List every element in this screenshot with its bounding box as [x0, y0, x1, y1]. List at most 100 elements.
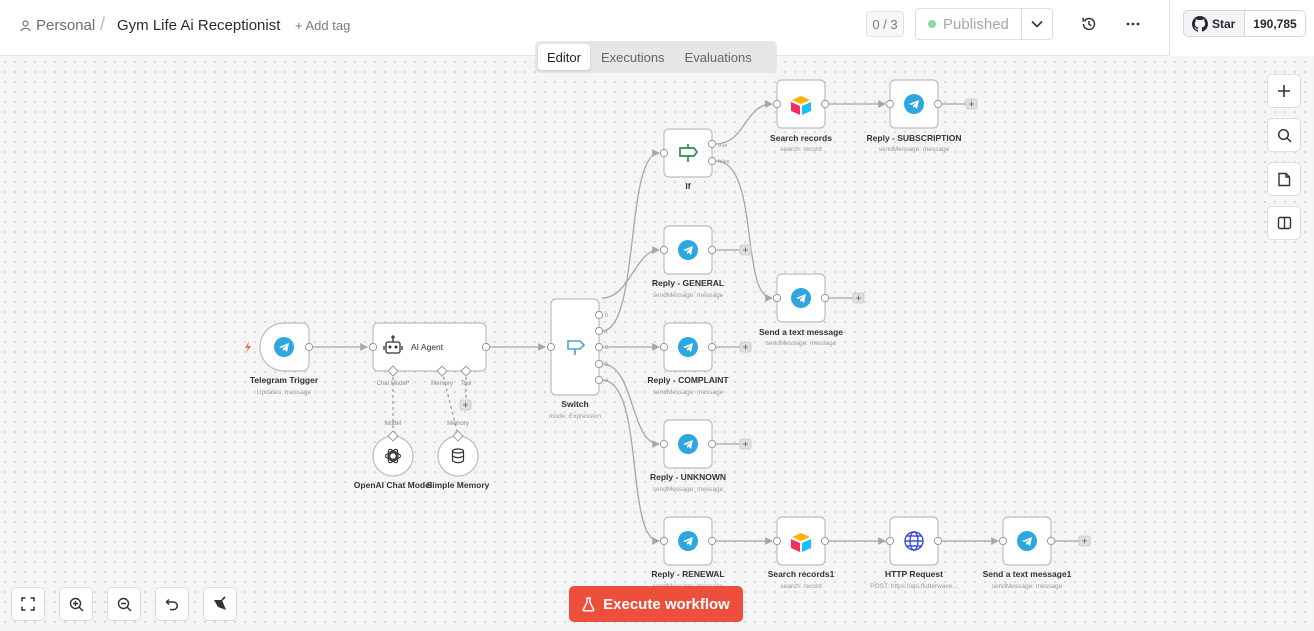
add-node-button[interactable] — [739, 341, 752, 353]
node-switch[interactable] — [546, 298, 604, 396]
add-node-button[interactable] — [965, 98, 978, 110]
view-tabs: Editor Executions Evaluations — [535, 41, 777, 73]
search-records1-name: Search records1 — [768, 569, 835, 579]
switch-out-3: 3 — [605, 362, 608, 368]
agent-port-tool: Tool — [460, 381, 471, 387]
if-name: If — [685, 181, 690, 191]
node-telegram-trigger[interactable] — [259, 322, 314, 372]
openai-port-label: Model — [385, 421, 401, 427]
conn-switch-renewal — [601, 379, 660, 545]
add-node-button[interactable] — [739, 244, 752, 256]
undo-icon — [165, 598, 179, 610]
switch-out-0: 0 — [605, 313, 608, 319]
memory-name: Simple Memory — [427, 480, 490, 490]
canvas-right-toolbar — [1267, 74, 1301, 250]
node-if[interactable] — [659, 128, 717, 178]
add-node-button[interactable] — [739, 438, 752, 450]
undo-button[interactable] — [155, 587, 189, 621]
switch-out-4: 4 — [605, 378, 608, 384]
reply-subscription-name: Reply - SUBSCRIPTION — [867, 133, 962, 143]
memory-port-label: Memory — [447, 421, 469, 427]
telegram-icon — [678, 531, 698, 551]
fit-view-button[interactable] — [11, 587, 45, 621]
reply-complaint-name: Reply - COMPLAINT — [647, 375, 729, 385]
execute-workflow-button[interactable]: Execute workflow — [569, 586, 743, 622]
agent-port-memory: Memory — [431, 381, 453, 387]
panel-icon — [1277, 216, 1291, 230]
add-tool-button[interactable] — [459, 399, 472, 411]
node-reply-general[interactable] — [659, 225, 717, 275]
broom-icon — [214, 596, 226, 610]
node-reply-complaint[interactable] — [659, 322, 717, 372]
tidy-up-button[interactable] — [203, 587, 237, 621]
openai-name: OpenAI Chat Model — [354, 480, 432, 490]
switch-name: Switch — [561, 399, 588, 409]
plus-icon — [1278, 85, 1290, 97]
reply-general-name: Reply - GENERAL — [652, 278, 724, 288]
telegram-icon — [1017, 531, 1037, 551]
if-out-true: true — [718, 143, 727, 149]
node-reply-unknown[interactable] — [659, 419, 717, 469]
send-text-sub: sendMessage: message — [766, 340, 837, 347]
tab-executions[interactable]: Executions — [592, 44, 674, 70]
search-records-name: Search records — [770, 133, 832, 143]
reply-unknown-sub: sendMessage: message — [653, 486, 724, 493]
node-send-text-message1[interactable] — [998, 516, 1056, 566]
zoom-out-icon — [117, 597, 131, 611]
workflow-graph: Telegram Trigger Updates: message AI Age… — [245, 79, 1091, 590]
reply-unknown-name: Reply - UNKNOWN — [650, 472, 726, 482]
add-node-button[interactable] — [852, 292, 865, 304]
telegram-icon — [904, 94, 924, 114]
tab-evaluations[interactable]: Evaluations — [676, 44, 761, 70]
node-openai-chat-model[interactable] — [372, 430, 414, 477]
sticky-note-icon — [1278, 172, 1291, 186]
trigger-bolt-icon — [245, 341, 251, 353]
reply-general-sub: sendMessage: message — [653, 292, 724, 299]
node-reply-renewal[interactable] — [659, 516, 717, 566]
telegram-icon — [274, 337, 294, 357]
if-out-false: false — [718, 159, 730, 165]
search-icon — [1277, 128, 1292, 143]
http-request-name: HTTP Request — [885, 569, 943, 579]
conn-if-sendtext — [715, 160, 773, 302]
execute-workflow-label: Execute workflow — [603, 595, 730, 613]
http-request-sub: POST: https://api.flutterwave... — [870, 583, 958, 590]
tab-editor[interactable]: Editor — [538, 44, 590, 70]
node-search-records[interactable] — [772, 79, 830, 129]
node-send-text-message[interactable] — [772, 273, 830, 323]
conn-if-search — [715, 100, 773, 145]
switch-out-2: 2 — [605, 345, 608, 351]
conn-switch-if — [601, 149, 660, 332]
zoom-in-icon — [69, 597, 83, 611]
switch-out-1: 1 — [605, 329, 608, 335]
search-records-sub: search: record — [780, 146, 822, 153]
flask-icon — [582, 596, 595, 612]
telegram-icon — [678, 240, 698, 260]
node-simple-memory[interactable] — [437, 430, 479, 477]
canvas-bottom-toolbar — [11, 587, 237, 621]
node-search-records1[interactable] — [772, 516, 830, 566]
sticky-note-button[interactable] — [1267, 162, 1301, 196]
reply-renewal-name: Reply - RENEWAL — [651, 569, 724, 579]
node-http-request[interactable] — [885, 516, 943, 566]
agent-port-chat: Chat Model* — [376, 381, 410, 387]
switch-sub: mode: Expression — [549, 413, 601, 420]
search-records1-sub: search: record — [780, 583, 822, 590]
fit-view-icon — [21, 597, 35, 611]
search-nodes-button[interactable] — [1267, 118, 1301, 152]
trigger-name: Telegram Trigger — [250, 375, 319, 385]
trigger-sub: Updates: message — [257, 389, 312, 396]
agent-name: AI Agent — [411, 342, 444, 352]
add-node-panel-button[interactable] — [1267, 74, 1301, 108]
telegram-icon — [678, 434, 698, 454]
send-text1-sub: sendMessage: message — [992, 583, 1063, 590]
toggle-panel-button[interactable] — [1267, 206, 1301, 240]
zoom-out-button[interactable] — [107, 587, 141, 621]
node-reply-subscription[interactable] — [885, 79, 943, 129]
send-text1-name: Send a text message1 — [983, 569, 1072, 579]
zoom-in-button[interactable] — [59, 587, 93, 621]
telegram-icon — [678, 337, 698, 357]
send-text-name: Send a text message — [759, 327, 843, 337]
reply-complaint-sub: sendMessage: message — [653, 389, 724, 396]
add-node-button[interactable] — [1078, 535, 1091, 547]
